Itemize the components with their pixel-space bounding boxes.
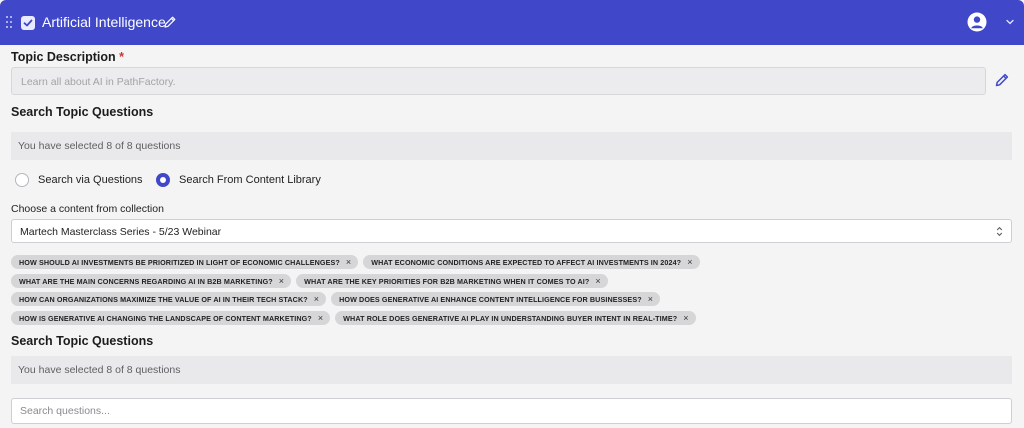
chip-text: WHAT ECONOMIC CONDITIONS ARE EXPECTED TO… bbox=[371, 257, 682, 267]
radio-search-via-questions[interactable] bbox=[15, 173, 29, 187]
chevron-down-icon[interactable] bbox=[1005, 18, 1015, 26]
chip-text: WHAT ARE THE KEY PRIORITIES FOR B2B MARK… bbox=[304, 276, 590, 286]
chip-remove-icon[interactable]: × bbox=[683, 313, 688, 323]
chip-text: WHAT ROLE DOES GENERATIVE AI PLAY IN UND… bbox=[343, 313, 678, 323]
topic-title: Artificial Intelligence bbox=[42, 14, 166, 30]
question-chip: HOW DOES GENERATIVE AI ENHANCE CONTENT I… bbox=[331, 292, 661, 306]
required-asterisk: * bbox=[119, 50, 124, 64]
radio-label-search-from-content-library[interactable]: Search From Content Library bbox=[179, 174, 321, 186]
topic-description-label-text: Topic Description bbox=[11, 50, 116, 64]
topic-description-field[interactable]: Learn all about AI in PathFactory. bbox=[11, 67, 986, 95]
question-chip: HOW CAN ORGANIZATIONS MAXIMIZE THE VALUE… bbox=[11, 292, 327, 306]
topic-description-label: Topic Description * bbox=[11, 50, 124, 64]
question-chip: HOW SHOULD AI INVESTMENTS BE PRIORITIZED… bbox=[11, 255, 359, 269]
chip-remove-icon[interactable]: × bbox=[595, 276, 600, 286]
search-questions-input[interactable] bbox=[11, 398, 1012, 424]
topic-header: Artificial Intelligence bbox=[0, 0, 1024, 45]
checkmark-icon bbox=[23, 19, 33, 27]
chip-remove-icon[interactable]: × bbox=[279, 276, 284, 286]
radio-search-from-content-library[interactable] bbox=[156, 173, 170, 187]
question-chip: WHAT ROLE DOES GENERATIVE AI PLAY IN UND… bbox=[335, 311, 696, 325]
selected-count-box: You have selected 8 of 8 questions bbox=[11, 132, 1012, 160]
chip-remove-icon[interactable]: × bbox=[314, 294, 319, 304]
question-chip: WHAT ECONOMIC CONDITIONS ARE EXPECTED TO… bbox=[363, 255, 700, 269]
chip-remove-icon[interactable]: × bbox=[687, 257, 692, 267]
question-chip: WHAT ARE THE KEY PRIORITIES FOR B2B MARK… bbox=[296, 274, 608, 288]
user-avatar-icon[interactable] bbox=[967, 12, 987, 32]
topic-checkbox[interactable] bbox=[21, 16, 35, 30]
chip-text: WHAT ARE THE MAIN CONCERNS REGARDING AI … bbox=[19, 276, 273, 286]
question-chip: HOW IS GENERATIVE AI CHANGING THE LANDSC… bbox=[11, 311, 331, 325]
select-arrows-icon bbox=[996, 226, 1003, 237]
selected-count-box-2: You have selected 8 of 8 questions bbox=[11, 356, 1012, 384]
question-chips-row: HOW SHOULD AI INVESTMENTS BE PRIORITIZED… bbox=[11, 255, 700, 269]
edit-title-pencil-icon[interactable] bbox=[163, 15, 177, 29]
question-chips-row: WHAT ARE THE MAIN CONCERNS REGARDING AI … bbox=[11, 274, 608, 288]
collection-label: Choose a content from collection bbox=[11, 203, 164, 215]
chip-remove-icon[interactable]: × bbox=[318, 313, 323, 323]
chip-text: HOW DOES GENERATIVE AI ENHANCE CONTENT I… bbox=[339, 294, 642, 304]
chip-text: HOW SHOULD AI INVESTMENTS BE PRIORITIZED… bbox=[19, 257, 340, 267]
question-chips-row: HOW IS GENERATIVE AI CHANGING THE LANDSC… bbox=[11, 311, 696, 325]
radio-label-search-via-questions[interactable]: Search via Questions bbox=[38, 174, 143, 186]
chip-remove-icon[interactable]: × bbox=[648, 294, 653, 304]
chip-text: HOW CAN ORGANIZATIONS MAXIMIZE THE VALUE… bbox=[19, 294, 308, 304]
edit-description-pencil-icon[interactable] bbox=[994, 72, 1010, 88]
drag-handle-icon[interactable] bbox=[6, 16, 12, 28]
chip-remove-icon[interactable]: × bbox=[346, 257, 351, 267]
question-chip: WHAT ARE THE MAIN CONCERNS REGARDING AI … bbox=[11, 274, 292, 288]
collection-select[interactable]: Martech Masterclass Series - 5/23 Webina… bbox=[11, 219, 1012, 243]
search-topic-questions-heading-2: Search Topic Questions bbox=[11, 334, 154, 348]
collection-selected-value: Martech Masterclass Series - 5/23 Webina… bbox=[20, 226, 222, 238]
chip-text: HOW IS GENERATIVE AI CHANGING THE LANDSC… bbox=[19, 313, 312, 323]
question-chips-row: HOW CAN ORGANIZATIONS MAXIMIZE THE VALUE… bbox=[11, 292, 661, 306]
search-topic-questions-heading: Search Topic Questions bbox=[11, 105, 154, 119]
